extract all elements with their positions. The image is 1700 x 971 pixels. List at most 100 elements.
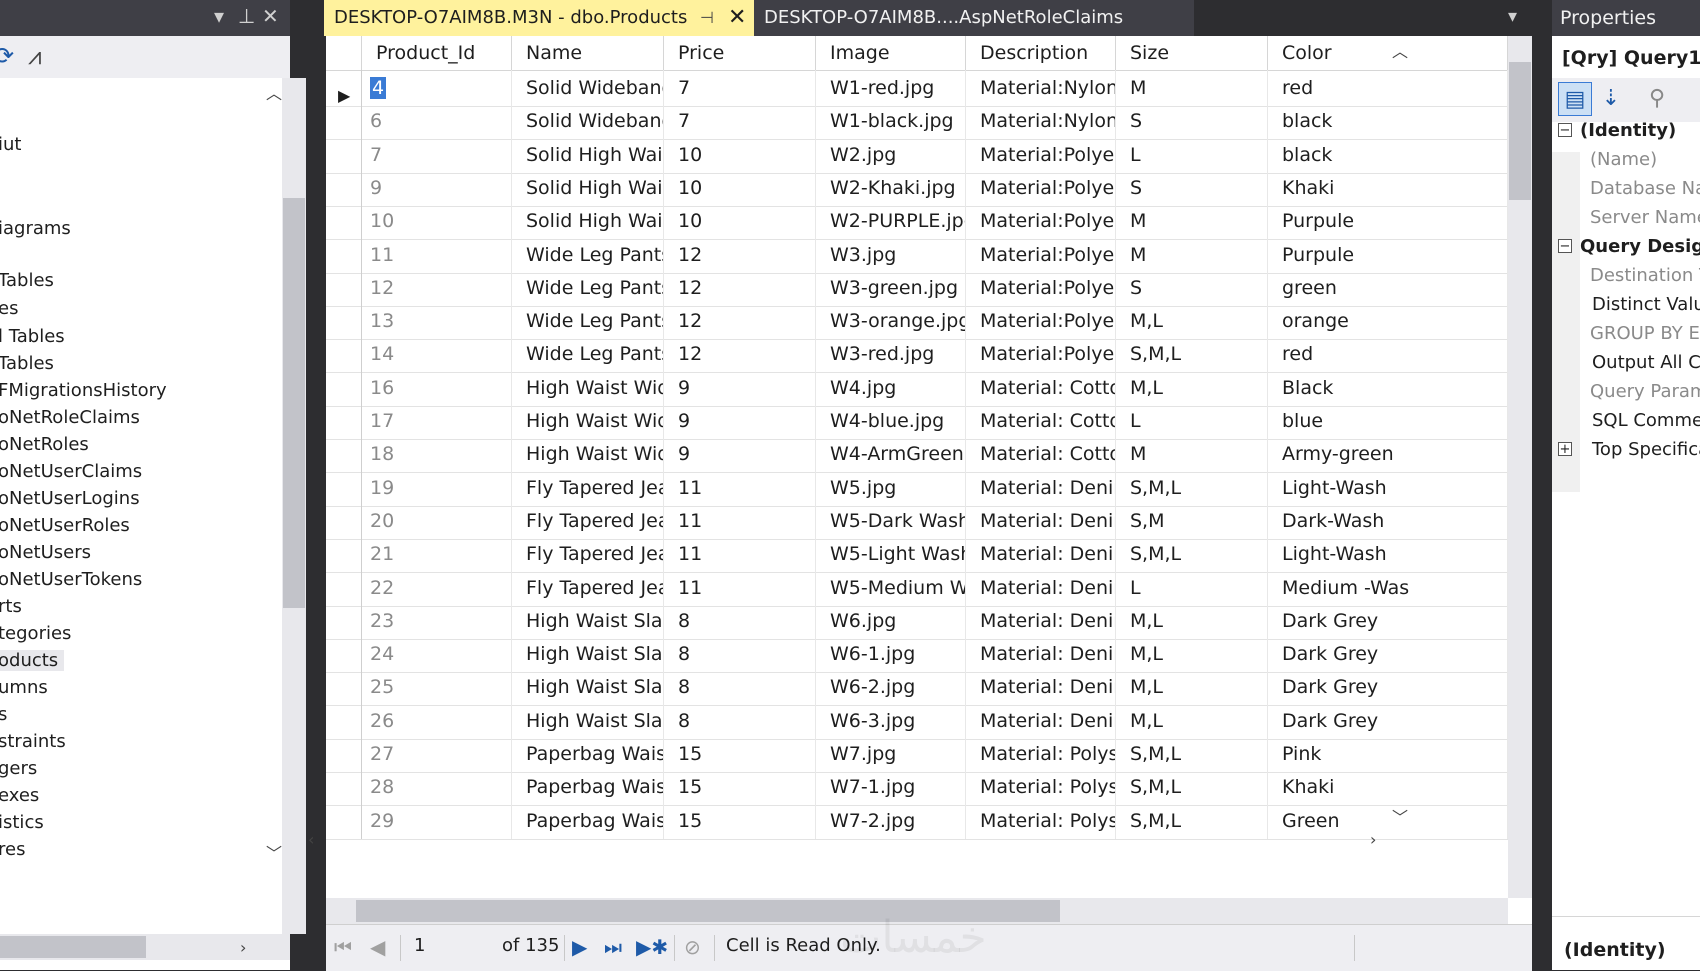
last-record-icon[interactable]: ⏭ <box>604 935 622 959</box>
table-row[interactable]: 27Paperbag Waist...15W7.jpgMaterial: Pol… <box>326 736 1508 773</box>
table-cell[interactable]: Fly Tapered Jeans <box>512 502 664 539</box>
table-cell[interactable]: 19 <box>362 469 512 506</box>
table-cell[interactable]: 7 <box>664 70 816 106</box>
first-record-icon[interactable]: ⏮ <box>334 935 352 959</box>
table-cell[interactable]: M,L <box>1116 702 1268 739</box>
table-cell[interactable]: Wide Leg Pants <box>512 303 664 340</box>
table-cell[interactable]: High Waist Wid... <box>512 436 664 473</box>
table-cell[interactable]: W6-3.jpg <box>816 702 966 739</box>
table-cell[interactable]: 21 <box>362 536 512 573</box>
table-row[interactable]: 13 Wide Leg Pants 12 W3-orange.jpg Material:… <box>326 303 1508 341</box>
column-header[interactable]: Description <box>966 36 1116 70</box>
table-cell[interactable]: Dark Grey <box>1268 636 1508 673</box>
table-cell[interactable]: Dark Grey <box>1268 669 1508 706</box>
table-cell[interactable]: 12 <box>664 236 816 273</box>
grid-vertical-scroll-thumb[interactable] <box>1509 62 1531 200</box>
table-cell[interactable]: S <box>1116 103 1268 140</box>
row-selector[interactable] <box>326 736 362 772</box>
scroll-down-icon[interactable]: ﹀ <box>1392 804 1408 828</box>
table-cell[interactable]: 12 <box>664 336 816 373</box>
table-cell[interactable]: M <box>1116 203 1268 240</box>
table-cell[interactable]: 10 <box>664 203 816 240</box>
property-row[interactable]: + Top Specification <box>1552 435 1700 465</box>
tree-item[interactable]: l Tables <box>0 326 65 347</box>
table-cell[interactable]: Light-Wash <box>1268 536 1508 573</box>
table-cell[interactable]: W7-1.jpg <box>816 769 966 806</box>
table-cell[interactable]: 20 <box>362 502 512 539</box>
table-row[interactable]: 16High Waist Wid...9W4.jpgMaterial: Cott… <box>326 369 1508 407</box>
table-cell[interactable]: 11 <box>664 469 816 506</box>
tree-vertical-scroll-thumb[interactable] <box>283 198 305 608</box>
table-cell[interactable]: M,L <box>1116 303 1268 340</box>
table-row[interactable]: 10Solid High Wais...10W2-PURPLE.jpgMater… <box>326 203 1508 241</box>
tree-item[interactable]: exes <box>0 785 39 806</box>
table-row[interactable]: ▶ 4 Solid Wideband...7W1-red.jpgMaterial:N… <box>326 70 1508 107</box>
column-header[interactable]: Price <box>664 36 816 70</box>
properties-object-selector[interactable]: [Qry] Query1.dtq <box>1552 40 1700 76</box>
table-row[interactable]: 9Solid High Wais...10W2-Khaki.jpgMateria… <box>326 169 1508 207</box>
table-cell[interactable]: W4-blue.jpg <box>816 403 966 439</box>
table-cell[interactable]: 12 <box>664 303 816 340</box>
next-record-icon[interactable]: ▶ <box>572 935 587 959</box>
table-cell[interactable]: 26 <box>362 702 512 739</box>
table-cell[interactable]: Khaki <box>1268 769 1508 806</box>
alphabetical-sort-icon[interactable]: ⇣ <box>1594 82 1628 116</box>
row-selector[interactable] <box>326 769 362 806</box>
tree-item[interactable]: es <box>0 298 18 319</box>
table-cell[interactable]: High Waist Wid... <box>512 403 664 439</box>
property-row[interactable]: Query Parameter List <box>1552 377 1700 407</box>
table-cell[interactable]: 18 <box>362 436 512 473</box>
table-cell[interactable]: W7.jpg <box>816 736 966 772</box>
table-cell[interactable]: Material:Polyes... <box>966 303 1116 340</box>
new-record-icon[interactable]: ▶✱ <box>636 935 668 959</box>
tab-aspnetroleclaims[interactable]: DESKTOP-O7AIM8B....AspNetRoleClaims <box>754 0 1194 36</box>
column-header[interactable]: Image <box>816 36 966 70</box>
property-row[interactable]: Server Name <box>1552 203 1700 233</box>
property-row[interactable]: Destination Table <box>1552 261 1700 291</box>
table-cell[interactable]: W3-orange.jpg <box>816 303 966 340</box>
row-selector[interactable] <box>326 236 362 273</box>
collapse-icon[interactable]: − <box>1558 123 1572 137</box>
table-cell[interactable]: Material:Polyes... <box>966 236 1116 273</box>
table-cell[interactable]: blue <box>1268 403 1508 439</box>
table-cell[interactable]: Black <box>1268 369 1508 406</box>
table-cell[interactable]: L <box>1116 569 1268 606</box>
table-cell[interactable]: S,M,L <box>1116 336 1268 373</box>
tree-item[interactable]: oNetRoles <box>0 434 89 455</box>
tree-item[interactable]: Tables <box>0 353 54 374</box>
table-cell[interactable]: Material:Nylon <box>966 103 1116 140</box>
table-cell[interactable]: L <box>1116 403 1268 439</box>
table-cell[interactable]: Fly Tapered Jeans <box>512 536 664 573</box>
table-row[interactable]: 29Paperbag Waist...15W7-2.jpgMaterial: P… <box>326 802 1508 840</box>
table-cell[interactable]: 8 <box>664 636 816 673</box>
table-cell[interactable]: W1-black.jpg <box>816 103 966 140</box>
table-cell[interactable]: W2.jpg <box>816 136 966 173</box>
table-cell[interactable]: W3-green.jpg <box>816 269 966 306</box>
table-cell[interactable]: 22 <box>362 569 512 606</box>
row-selector[interactable] <box>326 203 362 240</box>
table-cell[interactable]: S,M,L <box>1116 469 1268 506</box>
row-selector[interactable] <box>326 169 362 206</box>
property-category[interactable]: − (Identity) <box>1552 116 1700 146</box>
table-cell[interactable]: Material: Denim <box>966 602 1116 639</box>
table-cell[interactable]: Material: Denim <box>966 636 1116 673</box>
column-header[interactable]: Color <box>1268 36 1508 70</box>
table-cell[interactable]: 8 <box>664 669 816 706</box>
properties-description-divider[interactable] <box>1552 916 1700 917</box>
column-header[interactable]: Name <box>512 36 664 70</box>
table-cell[interactable]: Paperbag Waist... <box>512 736 664 772</box>
table-cell[interactable]: S,M,L <box>1116 736 1268 772</box>
row-selector[interactable]: ▶ <box>326 70 362 106</box>
table-cell[interactable]: Wide Leg Pants <box>512 336 664 373</box>
table-cell[interactable]: 16 <box>362 369 512 406</box>
table-cell[interactable]: 10 <box>664 136 816 173</box>
table-cell[interactable]: Material:Polyes... <box>966 136 1116 173</box>
tree-item[interactable]: s <box>0 704 7 725</box>
tree-item[interactable]: oNetUserClaims <box>0 461 142 482</box>
table-cell[interactable]: Light-Wash <box>1268 469 1508 506</box>
table-cell[interactable]: Dark Grey <box>1268 702 1508 739</box>
table-cell[interactable]: 29 <box>362 802 512 839</box>
table-cell[interactable]: orange <box>1268 303 1508 340</box>
scroll-down-icon[interactable]: ﹀ <box>266 840 282 864</box>
row-selector[interactable] <box>326 269 362 306</box>
